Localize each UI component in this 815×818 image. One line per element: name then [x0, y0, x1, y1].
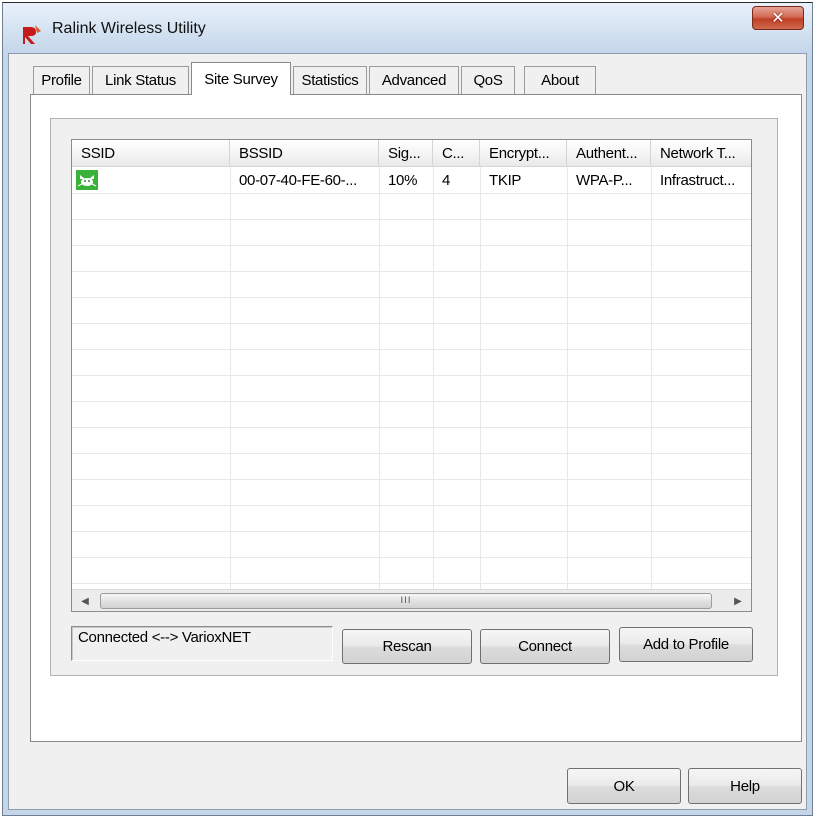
horizontal-scrollbar[interactable]: ◀ III ▶: [72, 589, 751, 611]
column-authentication[interactable]: Authent...: [567, 140, 651, 167]
window-title: Ralink Wireless Utility: [52, 20, 206, 37]
cell-ssid: [72, 167, 230, 193]
list-column-divider: [379, 167, 380, 589]
scroll-left-arrow-icon[interactable]: ◀: [74, 590, 96, 611]
list-column-divider: [567, 167, 568, 589]
list-column-divider: [230, 167, 231, 589]
list-row-divider: [72, 271, 751, 272]
close-button[interactable]: ✕: [752, 6, 804, 30]
list-row-divider: [72, 323, 751, 324]
list-row-divider: [72, 427, 751, 428]
cell-network-type: Infrastruct...: [660, 171, 735, 189]
list-row-divider: [72, 245, 751, 246]
tab-about[interactable]: About: [524, 66, 596, 94]
ralink-logo-icon: [20, 22, 44, 46]
column-signal[interactable]: Sig...: [379, 140, 433, 167]
rescan-button[interactable]: Rescan: [342, 629, 472, 664]
ok-button[interactable]: OK: [567, 768, 681, 804]
tab-link-status[interactable]: Link Status: [92, 66, 189, 94]
list-column-divider: [480, 167, 481, 589]
tab-site-survey[interactable]: Site Survey: [191, 62, 291, 95]
list-header: SSID BSSID Sig... C... Encrypt... Authen…: [72, 140, 751, 167]
list-row-divider: [72, 583, 751, 584]
list-row-divider: [72, 375, 751, 376]
scroll-grip: III: [400, 596, 412, 606]
connect-button[interactable]: Connect: [480, 629, 610, 664]
network-list[interactable]: SSID BSSID Sig... C... Encrypt... Authen…: [71, 139, 752, 612]
tab-advanced[interactable]: Advanced: [369, 66, 459, 94]
column-channel[interactable]: C...: [433, 140, 480, 167]
tab-profile[interactable]: Profile: [33, 66, 90, 94]
cell-authentication: WPA-P...: [576, 171, 633, 189]
column-bssid[interactable]: BSSID: [230, 140, 379, 167]
list-row-divider: [72, 193, 751, 194]
add-to-profile-button[interactable]: Add to Profile: [619, 627, 753, 662]
scroll-thumb[interactable]: III: [100, 593, 712, 609]
tab-statistics[interactable]: Statistics: [293, 66, 367, 94]
list-row-divider: [72, 401, 751, 402]
list-row-divider: [72, 349, 751, 350]
close-icon: ✕: [771, 8, 785, 27]
column-network-type[interactable]: Network T...: [651, 140, 751, 167]
cell-bssid: 00-07-40-FE-60-...: [239, 171, 357, 189]
connection-status: Connected <--> VarioxNET: [71, 626, 333, 661]
cell-channel: 4: [442, 171, 451, 189]
column-encryption[interactable]: Encrypt...: [480, 140, 567, 167]
list-row-divider: [72, 453, 751, 454]
list-column-divider: [651, 167, 652, 589]
scroll-right-arrow-icon[interactable]: ▶: [727, 590, 749, 611]
list-row-divider: [72, 505, 751, 506]
list-row-divider: [72, 531, 751, 532]
cell-signal: 10%: [388, 171, 418, 189]
help-button[interactable]: Help: [688, 768, 802, 804]
list-row-divider: [72, 557, 751, 558]
list-row-divider: [72, 297, 751, 298]
column-ssid[interactable]: SSID: [72, 140, 230, 167]
tab-qos[interactable]: QoS: [461, 66, 515, 94]
cell-encryption: TKIP: [489, 171, 522, 189]
list-column-divider: [433, 167, 434, 589]
list-row-divider: [72, 479, 751, 480]
list-row-divider: [72, 219, 751, 220]
